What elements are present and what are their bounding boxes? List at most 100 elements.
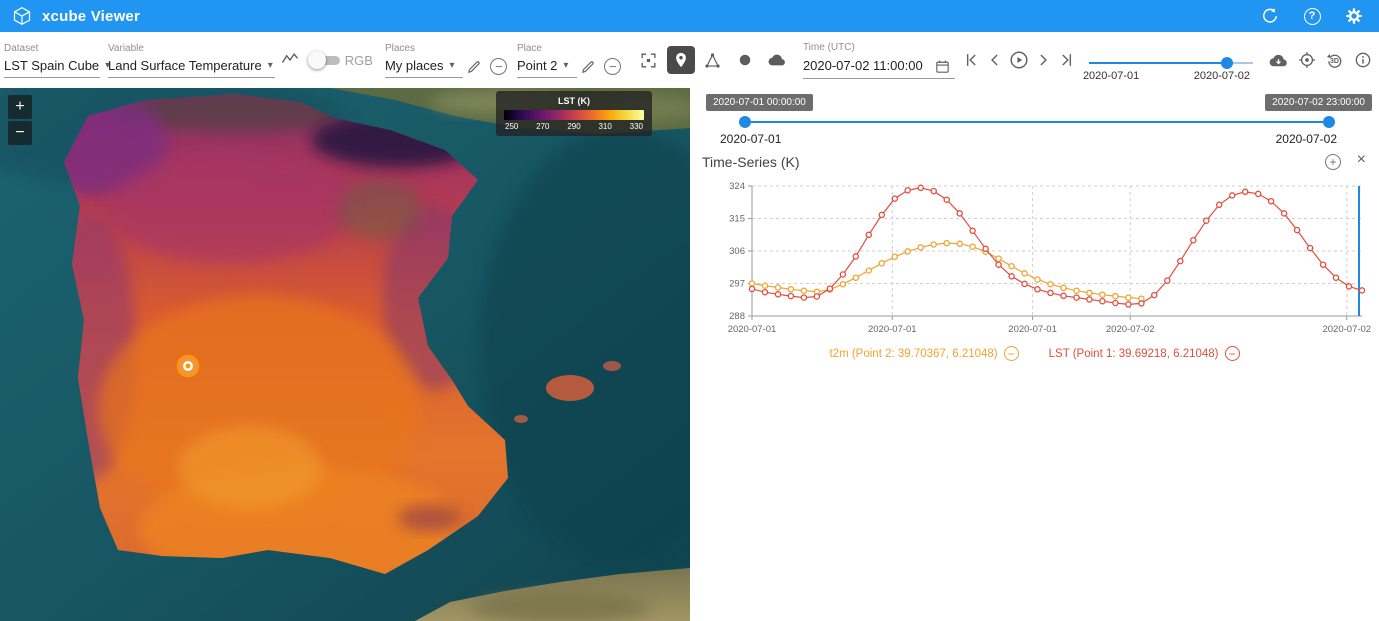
- download-timeseries-button[interactable]: [1267, 48, 1291, 72]
- location-pin-icon: [676, 52, 686, 68]
- info-icon: [1355, 52, 1371, 68]
- info-button[interactable]: [1351, 48, 1375, 72]
- xcube-logo-icon: [13, 6, 31, 26]
- skip-first-icon: [966, 54, 976, 66]
- pencil-icon: [468, 61, 481, 73]
- help-button[interactable]: ?: [1299, 3, 1325, 29]
- range-end-label: 2020-07-02: [1275, 132, 1337, 146]
- svg-text:297: 297: [729, 279, 745, 290]
- last-time-button[interactable]: [1055, 48, 1079, 72]
- rotate-view-button[interactable]: 3D: [1323, 48, 1347, 72]
- legend-item-lst[interactable]: LST (Point 1: 39.69218, 6.21048) −: [1049, 346, 1240, 361]
- show-timeseries-button[interactable]: [279, 48, 302, 72]
- timeseries-panel: 2020-07-01 00:00:00 2020-07-02 23:00:00 …: [690, 88, 1379, 621]
- places-select[interactable]: My places ▾: [384, 55, 463, 78]
- timeseries-chart-svg: 288 297 306 315 324 2020-07-01 2020-07-01 2020-…: [728, 181, 1371, 335]
- locate-button[interactable]: [1295, 48, 1319, 72]
- calendar-icon: [936, 59, 950, 73]
- play-circle-icon: [1010, 51, 1028, 69]
- range-start-handle[interactable]: [739, 116, 751, 128]
- time-range-slider[interactable]: [739, 116, 1335, 130]
- chevron-down-icon: ▾: [267, 60, 273, 71]
- place-field: Place Point 2 ▾ −: [516, 42, 625, 79]
- slider-end-label: 2020-07-02: [1193, 70, 1251, 82]
- time-input[interactable]: [802, 55, 931, 77]
- minus-circle-icon: −: [490, 58, 508, 75]
- refresh-icon: [1263, 8, 1277, 23]
- map-legend: LST (K) 250 270 290 310 330: [496, 91, 652, 136]
- range-end-handle[interactable]: [1323, 116, 1335, 128]
- select-region-button[interactable]: [635, 46, 663, 74]
- prev-time-button[interactable]: [983, 48, 1007, 72]
- edit-place-button[interactable]: [577, 55, 601, 79]
- chevron-down-icon: ▾: [563, 60, 569, 71]
- remove-places-button[interactable]: −: [487, 55, 511, 79]
- draw-tools-group: [635, 46, 795, 74]
- minus-circle-icon[interactable]: −: [1224, 346, 1240, 361]
- settings-button[interactable]: [1341, 3, 1367, 29]
- minus-circle-icon[interactable]: −: [1003, 346, 1019, 361]
- place-label: Place: [516, 42, 542, 54]
- svg-text:2020-07-01: 2020-07-01: [728, 324, 777, 335]
- threesixty-icon: 3D: [1327, 53, 1342, 68]
- timeseries-title: Time-Series (K): [702, 154, 800, 170]
- variable-select[interactable]: Land Surface Temperature ▾: [108, 55, 275, 78]
- zoom-in-button[interactable]: +: [8, 95, 32, 119]
- cloud-icon: [768, 54, 785, 66]
- slider-handle[interactable]: [1220, 57, 1233, 69]
- zoom-out-button[interactable]: −: [8, 121, 32, 145]
- rgb-toggle[interactable]: [307, 51, 341, 69]
- skip-last-icon: [1062, 54, 1071, 66]
- dataset-label: Dataset: [4, 43, 39, 54]
- first-time-button[interactable]: [959, 48, 983, 72]
- chevron-down-icon: ▾: [449, 60, 455, 71]
- legend-label: t2m (Point 2: 39.70367, 6.21048): [829, 347, 998, 360]
- open-calendar-button[interactable]: [931, 54, 955, 78]
- chevron-left-icon: [991, 54, 998, 66]
- time-range-end-chip: 2020-07-02 23:00:00: [1265, 94, 1372, 111]
- places-label: Places: [384, 42, 415, 54]
- add-circle-button[interactable]: [731, 46, 759, 74]
- dataset-select[interactable]: LST Spain Cube ▾: [4, 55, 110, 78]
- add-point-button[interactable]: [666, 46, 695, 74]
- add-polygon-button[interactable]: [699, 46, 727, 74]
- toggle-thumb: [307, 51, 326, 69]
- svg-text:2020-07-02: 2020-07-02: [1322, 324, 1371, 335]
- slider-start-label: 2020-07-01: [1082, 70, 1140, 82]
- polyline-icon: [705, 52, 721, 68]
- svg-text:2020-07-01: 2020-07-01: [868, 324, 917, 335]
- next-time-button[interactable]: [1031, 48, 1055, 72]
- add-timeseries-button[interactable]: +: [1325, 154, 1341, 170]
- help-icon: ?: [1303, 7, 1321, 25]
- svg-text:324: 324: [729, 181, 745, 192]
- close-timeseries-button[interactable]: ×: [1357, 151, 1366, 169]
- colorbar: [504, 110, 644, 120]
- remove-place-button[interactable]: −: [601, 55, 625, 79]
- cloud-layer-button[interactable]: [763, 46, 791, 74]
- range-start-label: 2020-07-01: [720, 132, 782, 146]
- map-actions-group: 3D: [1267, 48, 1375, 72]
- pencil-icon: [582, 61, 595, 73]
- svg-text:2020-07-01: 2020-07-01: [1008, 324, 1057, 335]
- svg-text:3D: 3D: [1331, 58, 1340, 65]
- app-bar: xcube Viewer ?: [0, 0, 1379, 32]
- colorbar-ticks: 250 270 290 310 330: [505, 122, 643, 131]
- dataset-field: Dataset LST Spain Cube ▾: [4, 42, 110, 78]
- rgb-label: RGB: [344, 52, 373, 68]
- variable-label: Variable: [108, 43, 144, 54]
- time-player-group: [959, 48, 1079, 72]
- time-range-start-chip: 2020-07-01 00:00:00: [706, 94, 813, 111]
- time-slider[interactable]: 2020-07-01 2020-07-02: [1083, 38, 1253, 82]
- play-button[interactable]: [1007, 48, 1031, 72]
- legend-label: LST (Point 1: 39.69218, 6.21048): [1048, 347, 1219, 360]
- refresh-button[interactable]: [1257, 3, 1283, 29]
- place-marker[interactable]: [176, 354, 200, 378]
- time-label: Time (UTC): [802, 42, 855, 53]
- legend-item-t2m[interactable]: t2m (Point 2: 39.70367, 6.21048) −: [829, 346, 1019, 361]
- map-render: [0, 88, 690, 621]
- edit-places-button[interactable]: [463, 55, 487, 79]
- map-canvas[interactable]: + − LST (K) 250 270 290 310 330: [0, 88, 690, 621]
- places-field: Places My places ▾ −: [384, 42, 511, 79]
- timeseries-chart[interactable]: 288 297 306 315 324 2020-07-01 2020-07-01 2020-…: [714, 176, 1374, 356]
- place-select[interactable]: Point 2 ▾: [516, 55, 577, 78]
